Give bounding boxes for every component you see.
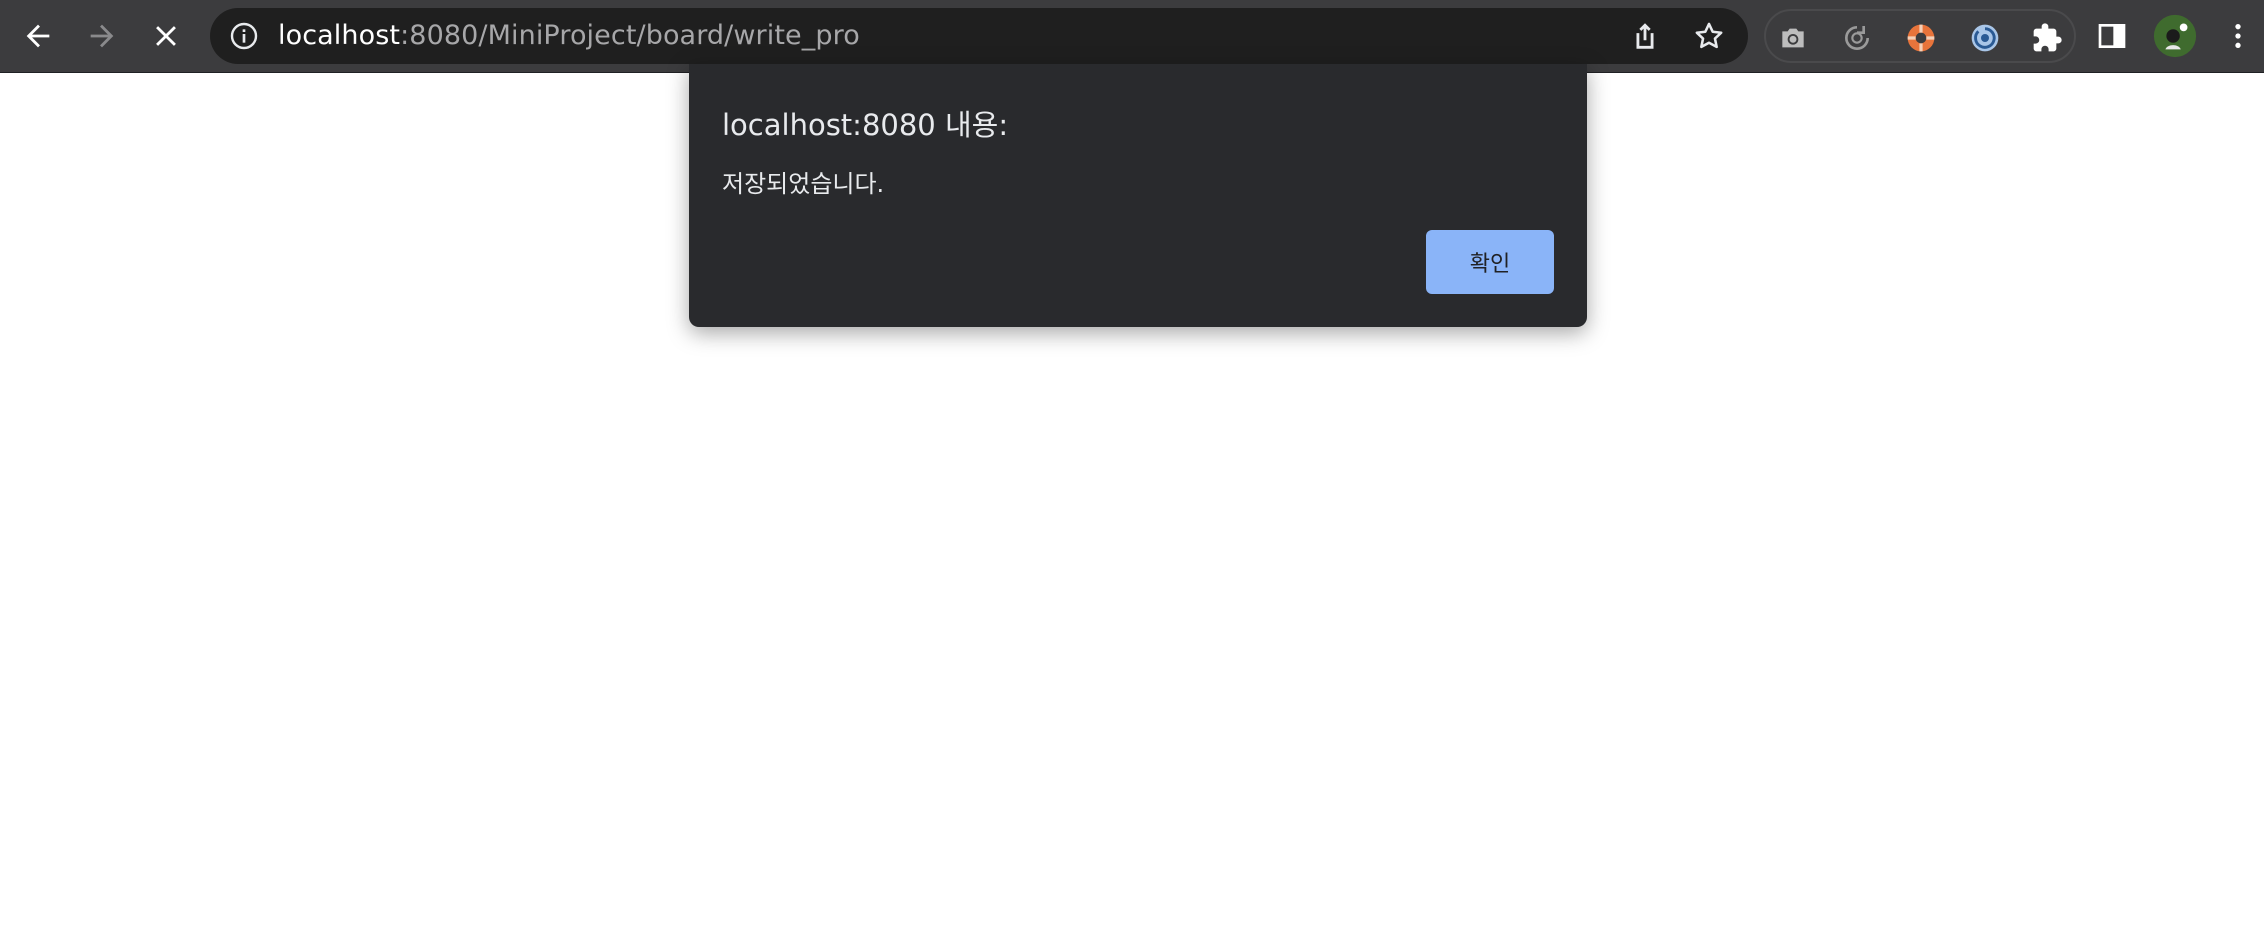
browser-menu-button[interactable] [2213, 11, 2263, 61]
close-icon [156, 26, 176, 46]
puzzle-icon [2033, 23, 2062, 52]
side-panel-button[interactable] [2087, 11, 2137, 61]
camera-extension-button[interactable] [1776, 21, 1810, 55]
info-icon[interactable] [228, 20, 260, 52]
ok-button[interactable]: 확인 [1426, 230, 1554, 294]
refresh-extension-button[interactable] [1840, 21, 1874, 55]
star-icon[interactable] [1692, 19, 1726, 53]
browser-toolbar: localhost:8080/MiniProject/board/write_p… [0, 0, 2264, 73]
profile-button[interactable] [2150, 11, 2200, 61]
lifebuoy-extension-button[interactable] [1904, 21, 1938, 55]
forward-button[interactable] [77, 11, 127, 61]
refresh-clock-icon [1845, 26, 1869, 50]
url-host: localhost [278, 20, 401, 51]
extensions-button[interactable] [2030, 21, 2064, 55]
camera-icon [1782, 28, 1804, 48]
url-path: :8080/MiniProject/board/write_pro [400, 20, 860, 51]
dialog-title: localhost:8080 내용: [722, 108, 1009, 142]
side-panel-icon [2098, 24, 2126, 48]
stop-loading-button[interactable] [141, 11, 191, 61]
address-bar[interactable]: localhost:8080/MiniProject/board/write_p… [210, 8, 1748, 64]
dialog-message: 저장되었습니다. [722, 170, 885, 198]
avatar [2153, 14, 2197, 58]
swirl-icon [1971, 24, 1999, 52]
extensions-group [1764, 9, 2076, 63]
swirl-extension-button[interactable] [1968, 21, 2002, 55]
lifebuoy-icon [1907, 24, 1935, 52]
share-icon[interactable] [1628, 19, 1662, 53]
kebab-menu-icon [2235, 24, 2241, 48]
alert-dialog: localhost:8080 내용: 저장되었습니다. 확인 [689, 64, 1587, 327]
url-text[interactable]: localhost:8080/MiniProject/board/write_p… [278, 8, 860, 64]
back-button[interactable] [13, 11, 63, 61]
forward-arrow-icon [90, 24, 114, 48]
back-arrow-icon [26, 24, 50, 48]
